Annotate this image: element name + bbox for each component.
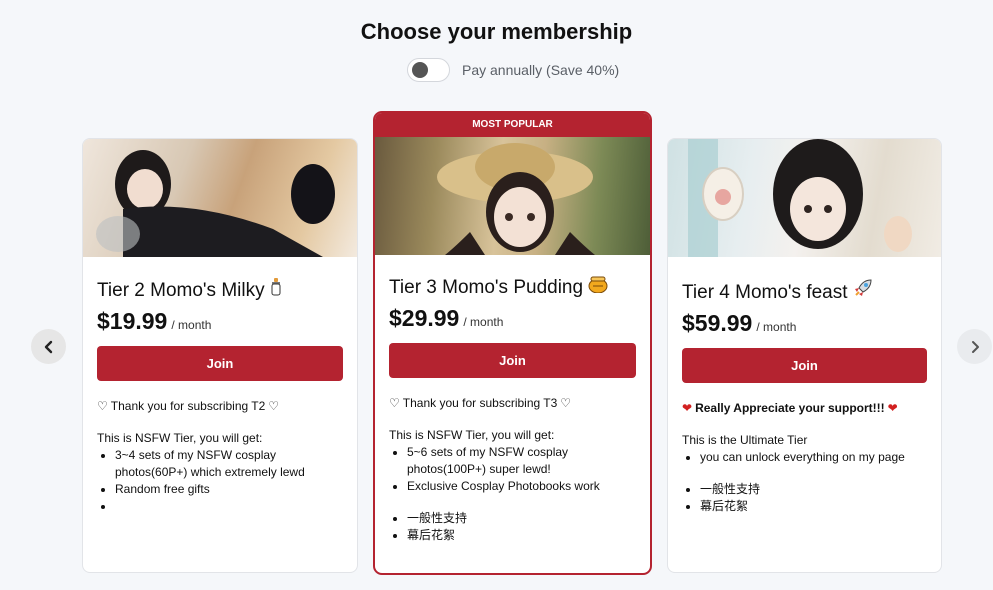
heart-outline-icon: ♡ xyxy=(268,399,280,413)
pay-annually-toggle[interactable] xyxy=(407,58,450,82)
price: $59.99 xyxy=(682,310,753,336)
tier-image xyxy=(83,139,357,257)
thanks-text: ♡ Thank you for subscribing T3 ♡ xyxy=(389,396,572,410)
red-heart-icon: ❤ xyxy=(887,401,898,415)
chevron-right-icon xyxy=(971,340,979,353)
chevron-left-icon xyxy=(44,340,52,353)
benefit-list: 3~4 sets of my NSFW cosplay photos(60P+)… xyxy=(97,447,343,515)
price-period: / month xyxy=(756,320,797,334)
tier-description: This is NSFW Tier, you will get: xyxy=(389,428,555,442)
tier-description: This is the Ultimate Tier xyxy=(682,433,808,447)
price: $19.99 xyxy=(97,308,168,334)
benefit-item: Exclusive Cosplay Photobooks work xyxy=(407,478,636,495)
benefit-item: 3~4 sets of my NSFW cosplay photos(60P+)… xyxy=(115,447,343,481)
extra-benefit-list: 一般性支持 幕后花絮 xyxy=(389,510,636,544)
benefit-list: you can unlock everything on my page xyxy=(682,449,927,466)
price-row: $59.99 / month xyxy=(682,310,927,337)
red-heart-icon: ❤ xyxy=(682,401,693,415)
billing-toggle-row: Pay annually (Save 40%) xyxy=(407,58,619,82)
benefit-item: 幕后花絮 xyxy=(407,527,636,544)
tier-photo xyxy=(96,150,335,257)
price-period: / month xyxy=(171,318,212,332)
baby-bottle-icon xyxy=(270,278,282,301)
pay-annually-label[interactable]: Pay annually (Save 40%) xyxy=(462,62,619,78)
tier-name: Tier 3 Momo's Pudding xyxy=(389,275,636,299)
most-popular-badge: MOST POPULAR xyxy=(375,113,650,137)
heart-outline-icon: ♡ xyxy=(97,399,108,413)
membership-page: Choose your membership Pay annually (Sav… xyxy=(0,0,993,590)
heart-outline-icon: ♡ xyxy=(389,396,400,410)
price: $29.99 xyxy=(389,305,460,331)
tier-photo xyxy=(437,143,595,255)
toggle-knob xyxy=(412,62,428,78)
thanks-text: ❤ Really Appreciate your support!!! ❤ xyxy=(682,401,898,415)
tier-card-3: MOST POPULAR Tier 3 Momo's Pudding $29.9… xyxy=(373,111,652,575)
benefit-item: 一般性支持 xyxy=(407,510,636,527)
tier-card-4: Tier 4 Momo's feast $59.99 / month Join … xyxy=(667,138,942,573)
benefit-item: 一般性支持 xyxy=(700,481,927,498)
tier-image xyxy=(668,139,941,257)
page-title: Choose your membership xyxy=(360,19,633,44)
join-button-tier-4[interactable]: Join xyxy=(682,348,927,383)
carousel-next-button[interactable] xyxy=(957,329,992,364)
price-period: / month xyxy=(463,315,504,329)
benefit-item xyxy=(115,498,343,515)
tier-name: Tier 2 Momo's Milky xyxy=(97,278,343,302)
price-row: $29.99 / month xyxy=(389,305,636,332)
join-button-tier-3[interactable]: Join xyxy=(389,343,636,378)
join-button-tier-2[interactable]: Join xyxy=(97,346,343,381)
tier-image xyxy=(375,137,650,255)
extra-benefit-list: 一般性支持 幕后花絮 xyxy=(682,481,927,515)
honey-pot-icon xyxy=(588,276,608,298)
tier-photo xyxy=(688,139,912,257)
benefit-item: 5~6 sets of my NSFW cosplay photos(100P+… xyxy=(407,444,636,478)
rocket-icon xyxy=(853,279,873,303)
benefit-item: Random free gifts xyxy=(115,481,343,498)
benefit-item: you can unlock everything on my page xyxy=(700,449,927,466)
benefit-list: 5~6 sets of my NSFW cosplay photos(100P+… xyxy=(389,444,636,495)
tier-card-2: Tier 2 Momo's Milky $19.99 / month Join … xyxy=(82,138,358,573)
price-row: $19.99 / month xyxy=(97,308,343,335)
carousel-prev-button[interactable] xyxy=(31,329,66,364)
tier-description: This is NSFW Tier, you will get: xyxy=(97,431,263,445)
thanks-text: ♡ Thank you for subscribing T2 ♡ xyxy=(97,399,280,413)
tier-name: Tier 4 Momo's feast xyxy=(682,278,927,304)
heart-outline-icon: ♡ xyxy=(560,396,572,410)
benefit-item: 幕后花絮 xyxy=(700,498,927,515)
